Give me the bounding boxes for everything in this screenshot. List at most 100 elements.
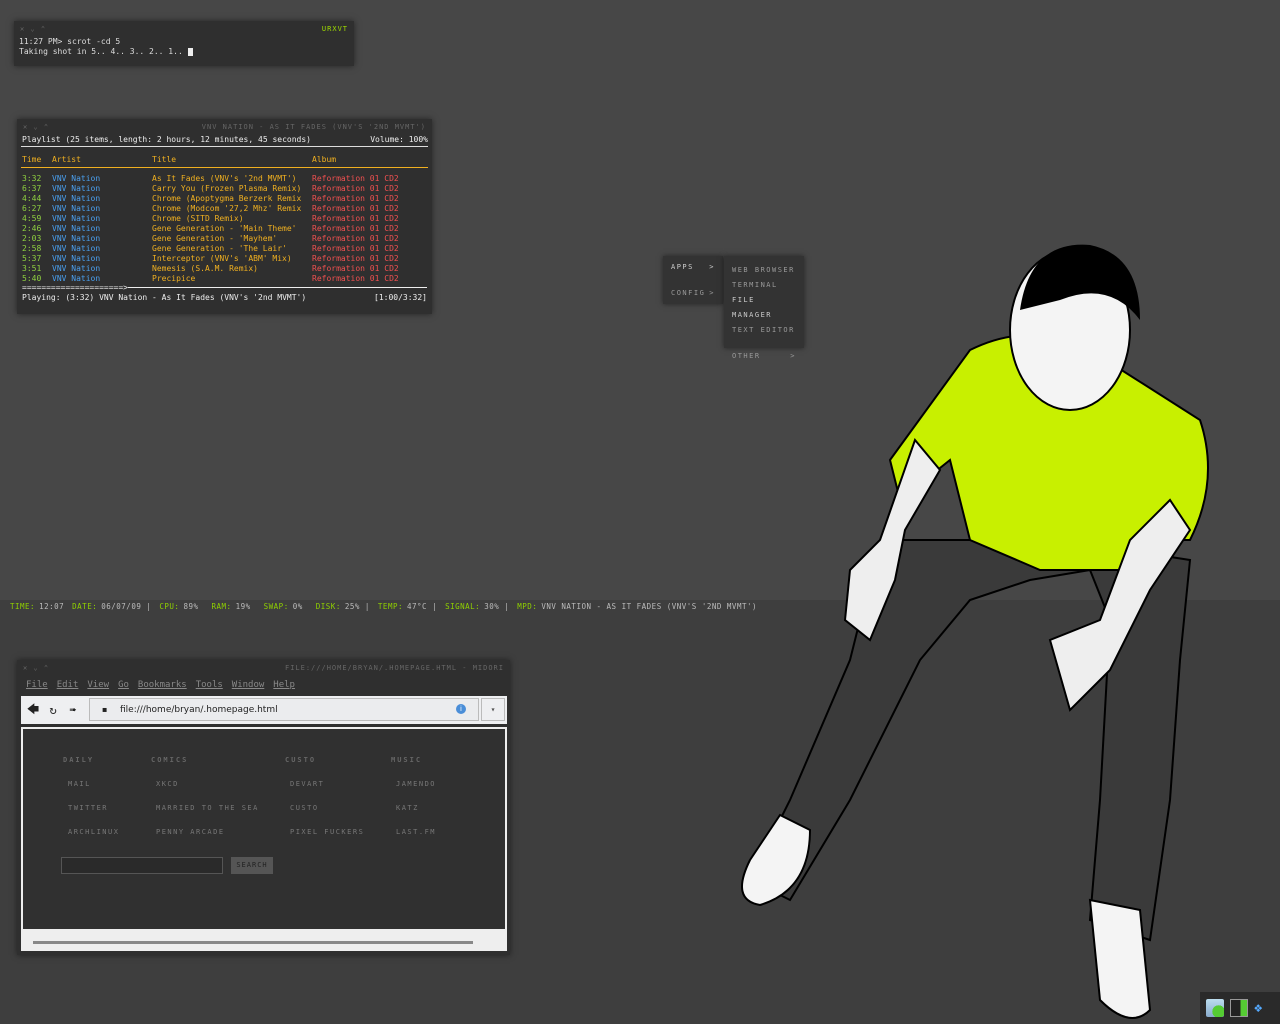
track-album: Reformation 01 CD2 <box>312 274 399 283</box>
playlist-row[interactable]: 3:32 VNV Nation As It Fades (VNV's '2nd MV… <box>17 174 432 184</box>
bookmark-link[interactable]: MAIL <box>68 780 91 788</box>
track-album: Reformation 01 CD2 <box>312 204 399 213</box>
urxvt-terminal-window[interactable]: ✕ ⌄ ⌃ URXVT 11:27 PM> scrot -cd 5 Taking … <box>14 21 354 66</box>
apps-submenu[interactable]: WEB BROWSER TERMINAL FILE MANAGER TEXT E… <box>724 256 804 360</box>
menu-item-other[interactable]: OTHER > <box>724 349 804 364</box>
track-time: 5:37 <box>22 254 42 263</box>
menu-item-config[interactable]: CONFIG > <box>663 289 723 297</box>
track-album: Reformation 01 CD2 <box>312 194 399 203</box>
horizontal-scrollbar[interactable] <box>21 931 507 951</box>
playlist-row[interactable]: 2:58 VNV Nation Gene Generation - 'The Lai… <box>17 244 432 254</box>
track-artist: VNV Nation <box>52 264 101 273</box>
playlist-row[interactable]: 6:37 VNV Nation Carry You (Frozen Plasma R… <box>17 184 432 194</box>
playlist-row[interactable]: 5:37 VNV Nation Interceptor (VNV's 'ABM' M… <box>17 254 432 264</box>
back-icon[interactable]: 🡄 <box>23 700 43 721</box>
bookmark-link[interactable]: LAST.FM <box>396 828 436 836</box>
track-album: Reformation 01 CD2 <box>312 264 399 273</box>
status-value: 25% | <box>344 602 370 611</box>
network-battery-icon[interactable] <box>1230 999 1248 1017</box>
status-value: 47°C | <box>407 602 438 611</box>
info-icon[interactable]: i <box>456 704 466 714</box>
track-artist: VNV Nation <box>52 214 101 223</box>
dropbox-icon[interactable]: ❖ <box>1254 999 1272 1017</box>
menu-item-file-manager[interactable]: FILE MANAGER <box>724 293 804 323</box>
ncmpcpp-window[interactable]: ✕ ⌄ ⌃ VNV NATION - AS IT FADES (VNV'S '2N… <box>17 119 432 314</box>
track-artist: VNV Nation <box>52 174 101 183</box>
status-value: VNV NATION - AS IT FADES (VNV'S '2ND MVM… <box>541 602 758 611</box>
bookmark-link[interactable]: CUSTO <box>290 804 319 812</box>
playlist-summary: Playlist (25 items, length: 2 hours, 12 … <box>22 135 311 144</box>
forward-icon[interactable]: ➠ <box>63 703 83 717</box>
col-artist: Artist <box>52 155 81 164</box>
bookmark-link[interactable]: TWITTER <box>68 804 108 812</box>
menu-item-web-browser[interactable]: WEB BROWSER <box>724 263 804 278</box>
root-menu[interactable]: APPS > CONFIG > <box>663 256 723 304</box>
menu-bookmarks[interactable]: Bookmarks <box>138 680 187 696</box>
link-column-heading: CUSTO <box>285 756 317 764</box>
menu-item-apps[interactable]: APPS > <box>663 263 723 289</box>
status-value: 12:07 <box>39 602 65 611</box>
col-title: Title <box>152 155 177 164</box>
window-controls[interactable]: ✕ ⌄ ⌃ <box>20 25 46 35</box>
midori-browser-window[interactable]: ✕ ⌄ ⌃ FILE:///HOME/BRYAN/.HOMEPAGE.HTML -… <box>17 660 510 955</box>
playlist-row[interactable]: 4:44 VNV Nation Chrome (Apoptygma Berzerk … <box>17 194 432 204</box>
bookmark-link[interactable]: ARCHLINUX <box>68 828 119 836</box>
menu-bar: File Edit View Go Bookmarks Tools Window Help <box>17 674 510 696</box>
track-time: 2:46 <box>22 224 42 233</box>
now-playing: Playing: (3:32) VNV Nation - As It Fades… <box>22 293 307 302</box>
menu-help[interactable]: Help <box>273 680 295 696</box>
reload-icon[interactable]: ↻ <box>43 703 63 717</box>
track-album: Reformation 01 CD2 <box>312 234 399 243</box>
menu-view[interactable]: View <box>87 680 109 696</box>
window-controls[interactable]: ✕ ⌄ ⌃ <box>23 664 49 674</box>
status-value: 06/07/09 | <box>101 602 152 611</box>
bookmark-link[interactable]: XKCD <box>156 780 179 788</box>
window-title: URXVT <box>321 25 348 33</box>
bookmark-link[interactable]: KATZ <box>396 804 419 812</box>
search-input[interactable] <box>61 857 223 874</box>
system-tray: ❖ <box>1200 992 1280 1024</box>
track-artist: VNV Nation <box>52 224 101 233</box>
menu-window[interactable]: Window <box>232 680 265 696</box>
progress-bar[interactable]: =====================> <box>17 284 432 292</box>
bookmark-link[interactable]: PENNY ARCADE <box>156 828 225 836</box>
progress-fill: =====================> <box>22 283 128 292</box>
track-title: Chrome (Modcom '27,2 Mhz' Remix <box>152 204 302 213</box>
col-time: Time <box>22 155 42 164</box>
playlist-row[interactable]: 2:46 VNV Nation Gene Generation - 'Main Th… <box>17 224 432 234</box>
search-button[interactable]: SEARCH <box>231 857 273 874</box>
status-value: 19% <box>235 602 256 611</box>
track-title: Gene Generation - 'The Lair' <box>152 244 287 253</box>
page-icon: ▪ <box>102 705 108 714</box>
chat-icon[interactable] <box>1206 999 1224 1017</box>
status-key: SWAP: <box>263 602 289 611</box>
playlist-row[interactable]: 6:27 VNV Nation Chrome (Modcom '27,2 Mhz' … <box>17 204 432 214</box>
track-title: As It Fades (VNV's '2nd MVMT') <box>152 174 297 183</box>
window-controls[interactable]: ✕ ⌄ ⌃ <box>23 123 49 133</box>
playlist-row[interactable]: 2:03 VNV Nation Gene Generation - 'Mayhem'… <box>17 234 432 244</box>
terminal-cursor <box>187 47 193 56</box>
bookmark-link[interactable]: PIXEL FUCKERS <box>290 828 364 836</box>
status-key: TIME: <box>10 602 36 611</box>
track-time: 3:51 <box>22 264 42 273</box>
track-time: 6:37 <box>22 184 42 193</box>
track-time: 3:32 <box>22 174 42 183</box>
menu-edit[interactable]: Edit <box>57 680 79 696</box>
elapsed-time: [1:00/3:32] <box>374 293 427 302</box>
menu-go[interactable]: Go <box>118 680 129 696</box>
track-title: Carry You (Frozen Plasma Remix) <box>152 184 302 193</box>
menu-file[interactable]: File <box>26 680 48 696</box>
playlist-row[interactable]: 4:59 VNV Nation Chrome (SITD Remix) Reforma… <box>17 214 432 224</box>
menu-item-terminal[interactable]: TERMINAL <box>724 278 804 293</box>
playlist-row[interactable]: 3:51 VNV Nation Nemesis (S.A.M. Remix) Refo… <box>17 264 432 274</box>
menu-item-text-editor[interactable]: TEXT EDITOR <box>724 323 804 338</box>
track-title: Gene Generation - 'Main Theme' <box>152 224 297 233</box>
url-input[interactable]: ▪ file:///home/bryan/.homepage.html i <box>89 698 479 721</box>
bookmark-link[interactable]: MARRIED TO THE SEA <box>156 804 259 812</box>
status-key: DISK: <box>315 602 341 611</box>
status-bar: TIME: 12:07 DATE: 06/07/09 | CPU: 89% RAM: 19%… <box>10 602 765 611</box>
bookmark-link[interactable]: DEVART <box>290 780 324 788</box>
menu-tools[interactable]: Tools <box>196 680 223 696</box>
dropdown-button[interactable]: ▾ <box>481 698 505 721</box>
bookmark-link[interactable]: JAMENDO <box>396 780 436 788</box>
